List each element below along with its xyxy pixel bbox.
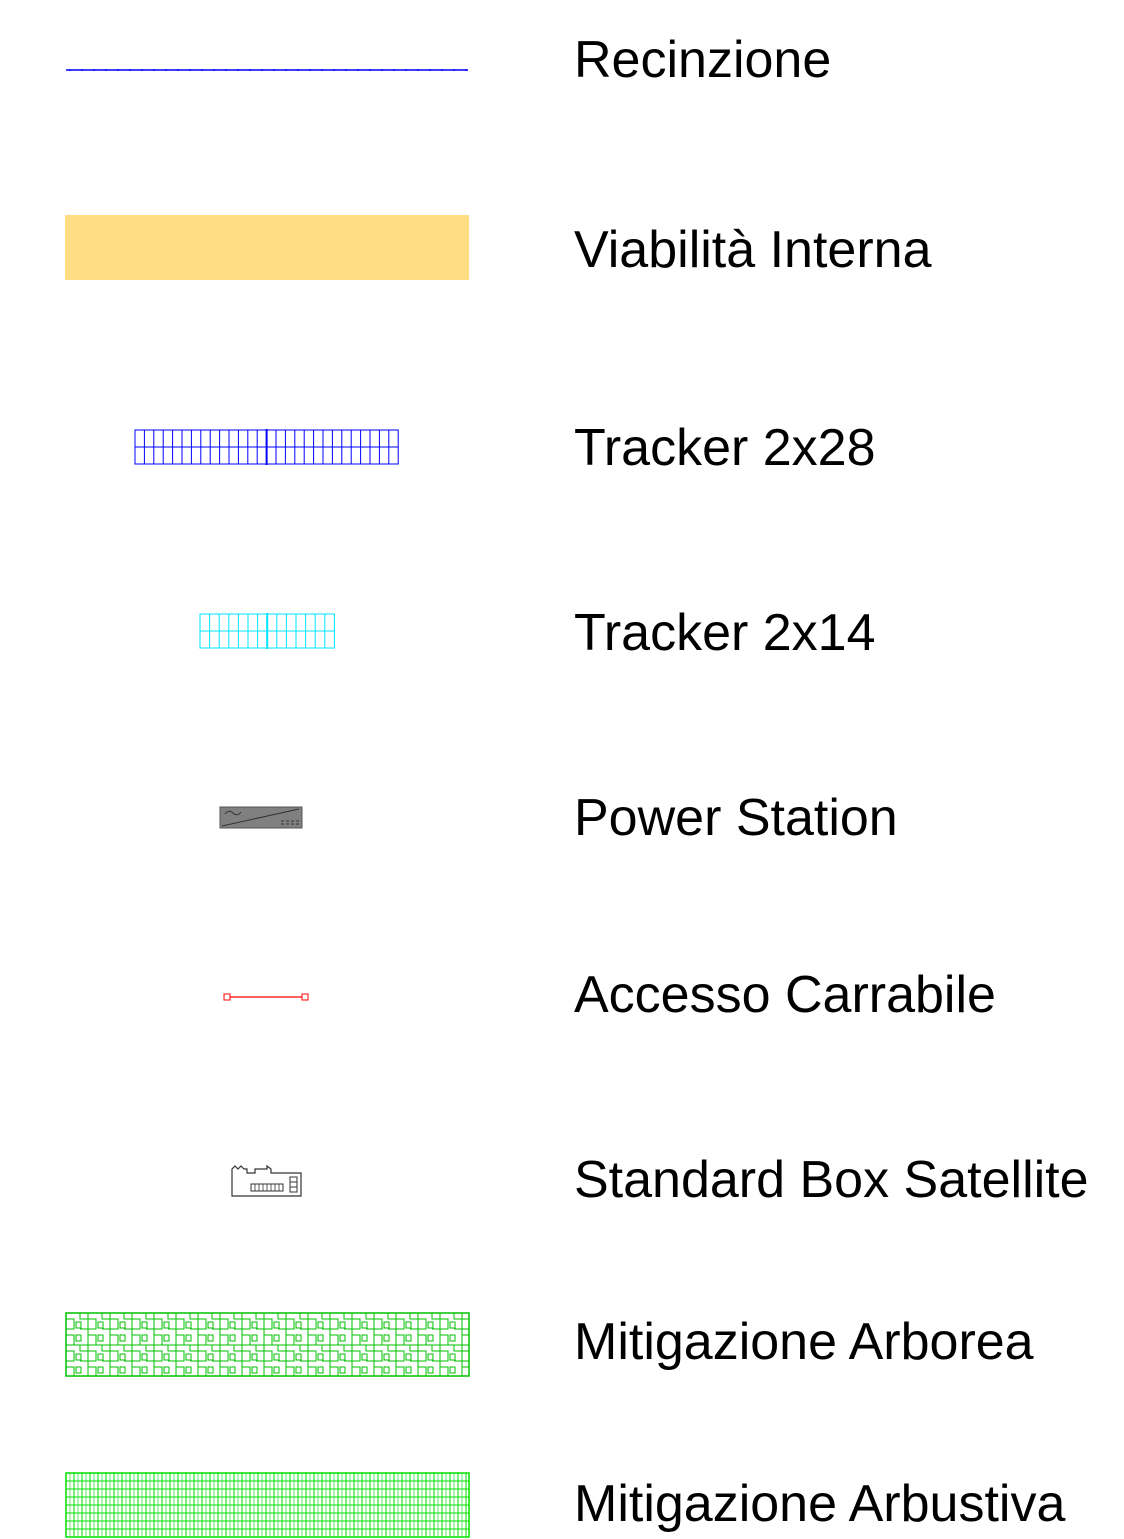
tracker-2x28-icon: [134, 429, 399, 465]
legend-item-tracker-2x14: Tracker 2x14: [0, 603, 1124, 663]
tree-mitigation-hatch: [65, 1312, 470, 1377]
legend-item-accesso-carrabile: Accesso Carrabile: [0, 965, 1124, 1025]
legend-label: Standard Box Satellite: [574, 1151, 1089, 1209]
legend-item-mitigazione-arborea: Mitigazione Arborea: [0, 1312, 1124, 1378]
legend-item-tracker-2x28: Tracker 2x28: [0, 418, 1124, 478]
legend-label: Mitigazione Arbustiva: [574, 1475, 1066, 1533]
vehicle-access-icon: [223, 993, 309, 1001]
internal-road-swatch: [65, 215, 469, 280]
legend-item-mitigazione-arbustiva: Mitigazione Arbustiva: [0, 1472, 1124, 1538]
legend-item-recinzione: Recinzione: [0, 30, 1124, 110]
legend: Recinzione Viabilità Interna Tracker 2x2…: [0, 0, 1124, 1539]
legend-label: Tracker 2x14: [574, 604, 876, 662]
legend-label: Recinzione: [574, 31, 832, 89]
legend-item-viabilita-interna: Viabilità Interna: [0, 215, 1124, 290]
legend-label: Tracker 2x28: [574, 419, 876, 477]
legend-label: Viabilità Interna: [574, 221, 932, 279]
legend-label: Mitigazione Arborea: [574, 1313, 1034, 1371]
tracker-2x14-icon: [199, 613, 335, 649]
legend-item-power-station: Power Station: [0, 788, 1124, 848]
fence-line-icon: [66, 69, 468, 71]
shrub-mitigation-hatch: [65, 1472, 470, 1538]
legend-item-standard-box-satellite: Standard Box Satellite: [0, 1150, 1124, 1210]
legend-label: Accesso Carrabile: [574, 966, 996, 1024]
satellite-box-icon: [231, 1164, 302, 1197]
legend-label: Power Station: [574, 789, 898, 847]
power-station-icon: [219, 806, 303, 829]
